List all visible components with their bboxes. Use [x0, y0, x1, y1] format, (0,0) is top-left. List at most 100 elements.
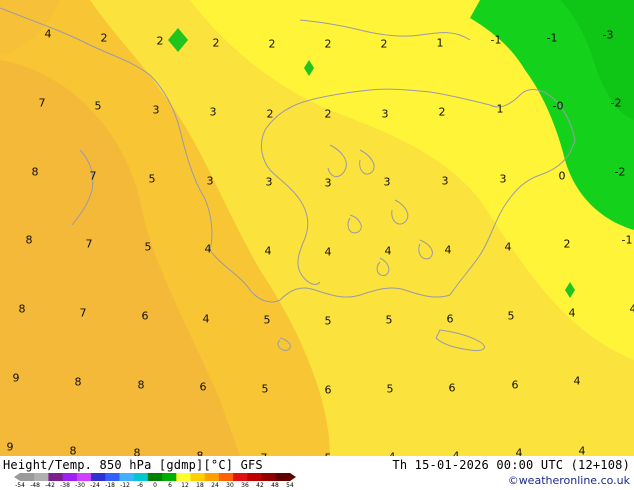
temperature-label: 4 [264, 244, 272, 258]
temperature-label: 4 [568, 306, 576, 320]
temperature-label: 4 [578, 444, 586, 457]
colorbar-tick-label: 54 [286, 482, 294, 489]
temperature-label: 2 [563, 237, 571, 251]
temperature-label: -1 [621, 233, 633, 247]
temperature-label: 2 [438, 105, 446, 119]
colorbar-segment [233, 473, 248, 481]
temperature-label: 1 [496, 102, 504, 116]
temperature-label: 3 [383, 175, 391, 189]
temperature-label: 7 [89, 169, 97, 183]
temperature-label: 2 [100, 31, 108, 45]
colorbar-left-arrow [14, 473, 20, 481]
temperature-label: 4 [384, 244, 392, 258]
temperature-label: 2 [324, 37, 332, 51]
colorbar-tick-label: -12 [120, 482, 130, 489]
temperature-label: 3 [152, 103, 160, 117]
temperature-label: 8 [137, 378, 145, 392]
colorbar-tick-label: 30 [226, 482, 234, 489]
temperature-label: 3 [499, 172, 507, 186]
temperature-label: 5 [144, 240, 152, 254]
temperature-label: 3 [209, 105, 217, 119]
temperature-label: 3 [324, 176, 332, 190]
colorbar-segment [261, 473, 277, 481]
colorbar-tick-label: 18 [196, 482, 204, 489]
colorbar-segment [176, 473, 192, 481]
colorbar-segment [275, 473, 291, 481]
colorbar-scale [14, 473, 296, 481]
temperature-label: 3 [265, 175, 273, 189]
colorbar-segment [190, 473, 206, 481]
colorbar-segment [247, 473, 263, 481]
temperature-label: 2 [266, 107, 274, 121]
colorbar-tick-label: 48 [271, 482, 279, 489]
colorbar-tick-label: 42 [256, 482, 264, 489]
colorbar-segment [62, 473, 78, 481]
temperature-label: 4 [515, 446, 523, 457]
temperature-label: 8 [25, 233, 33, 247]
temperature-label: 7 [79, 306, 87, 320]
temperature-label: 4 [324, 245, 332, 259]
temperature-label: 6 [324, 383, 332, 397]
temperature-label: 8 [133, 446, 141, 457]
temperature-label: 4 [504, 240, 512, 254]
temperature-label: 4 [202, 312, 210, 326]
temperature-label: 5 [507, 309, 515, 323]
temperature-label: 7 [85, 237, 93, 251]
temperature-label: -1 [490, 33, 502, 47]
temperature-label: -2 [610, 96, 622, 110]
colorbar-segment [119, 473, 135, 481]
temperature-label: 5 [263, 313, 271, 327]
colorbar-tick-label: 0 [153, 482, 157, 489]
temperature-label: 5 [324, 314, 332, 328]
colorbar-tick-label: 36 [241, 482, 249, 489]
map-background [0, 0, 634, 456]
temperature-label: 5 [94, 99, 102, 113]
temperature-label: 8 [74, 375, 82, 389]
colorbar-tick-label: -18 [105, 482, 115, 489]
source-credit[interactable]: ©weatheronline.co.uk [508, 474, 630, 487]
colorbar-segment [133, 473, 149, 481]
temperature-label: 4 [444, 243, 452, 257]
colorbar-tick-label: -38 [60, 482, 70, 489]
temperature-label: -2 [614, 165, 626, 179]
temperature-label: 3 [441, 174, 449, 188]
colorbar-segment [20, 473, 35, 481]
colorbar-tick-label: -6 [137, 482, 143, 489]
colorbar-right-arrow [290, 473, 296, 481]
temperature-label: 2 [268, 37, 276, 51]
temperature-label: 2 [156, 34, 164, 48]
colorbar-tick-label: 24 [211, 482, 219, 489]
temperature-label: 5 [386, 382, 394, 396]
colorbar-segment [76, 473, 92, 481]
temperature-label: 2 [212, 36, 220, 50]
temperature-label: 9 [12, 371, 20, 385]
temperature-label: -3 [602, 28, 614, 42]
colorbar-segment [105, 473, 120, 481]
temperature-label: 8 [31, 165, 39, 179]
colorbar-tick-label: 6 [168, 482, 172, 489]
temperature-label: 4 [629, 302, 634, 316]
colorbar-tick-label: -54 [15, 482, 25, 489]
temperature-label: 6 [448, 381, 456, 395]
temperature-label: 9 [6, 440, 14, 454]
temperature-label: 5 [385, 313, 393, 327]
colorbar-segment [204, 473, 220, 481]
colorbar-segment [34, 473, 49, 481]
map-footer: Height/Temp. 850 hPa [gdmp][°C] GFS Th 1… [0, 456, 634, 490]
temperature-label: 4 [573, 374, 581, 388]
colorbar-ticks: -54 -48 -42 -38 -30 -24 -18 -12 -6 0 6 12 18 24 30 36 42… [14, 482, 296, 490]
colorbar-segment [218, 473, 234, 481]
temperature-label: 5 [148, 172, 156, 186]
color-legend: -54 -48 -42 -38 -30 -24 -18 -12 -6 0 6 12 18 24 30 36 42… [14, 472, 296, 490]
colorbar-segment [91, 473, 106, 481]
temperature-label: 0 [558, 169, 566, 183]
temperature-label: 3 [381, 107, 389, 121]
forecast-date: Th 15-01-2026 00:00 UTC (12+108) [392, 458, 630, 472]
weather-map: 4 2 2 2 2 2 2 1 -1 -1 -3 7 5 3 3 2 2 3 2 1 -0 -2 8 7 5 3 3 3 3 3 3 0 -2 8… [0, 0, 634, 456]
colorbar-segment [48, 473, 64, 481]
temperature-label: 1 [436, 36, 444, 50]
colorbar-segment [162, 473, 177, 481]
colorbar-tick-label: 12 [181, 482, 189, 489]
temperature-label: 6 [446, 312, 454, 326]
temperature-label: 5 [261, 382, 269, 396]
